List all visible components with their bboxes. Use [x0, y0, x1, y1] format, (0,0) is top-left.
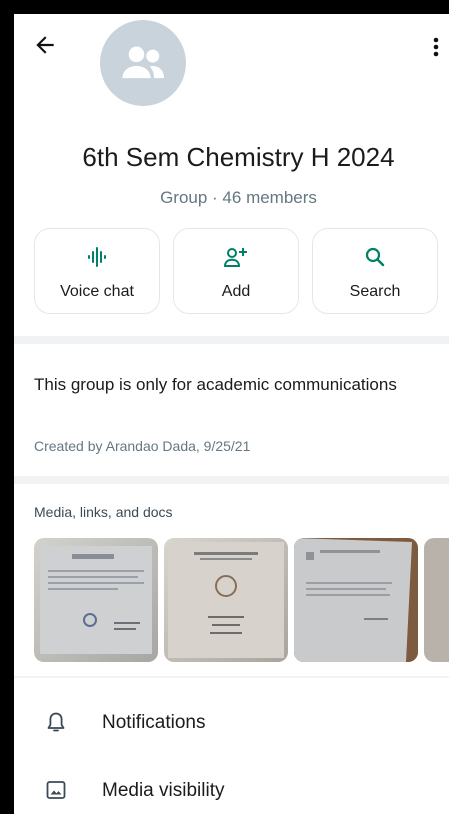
top-bar: [14, 14, 449, 114]
section-divider: [14, 476, 449, 484]
group-icon: [122, 46, 165, 79]
voice-chat-button[interactable]: Voice chat: [34, 228, 160, 314]
group-title: 6th Sem Chemistry H 2024: [82, 142, 395, 172]
search-icon: [365, 247, 385, 267]
media-thumbnails: [34, 538, 449, 664]
group-info-screen: 6th Sem Chemistry H 2024 Group · 46 memb…: [14, 14, 449, 814]
group-description[interactable]: This group is only for academic communic…: [34, 374, 434, 395]
group-created-info: Created by Arandao Dada, 9/25/21: [34, 438, 251, 454]
more-vert-icon: [433, 37, 439, 57]
add-person-icon: [223, 248, 247, 267]
voice-chat-label: Voice chat: [60, 283, 134, 300]
section-divider: [14, 336, 449, 344]
media-thumbnail[interactable]: [424, 538, 449, 662]
bell-icon: [47, 712, 65, 732]
group-member-count[interactable]: Group · 46 members: [14, 188, 449, 208]
notifications-label: Notifications: [102, 712, 206, 733]
media-visibility-label: Media visibility: [102, 780, 225, 801]
search-label: Search: [349, 283, 401, 300]
quick-actions: Voice chat Add Search: [34, 228, 449, 316]
section-divider: [14, 676, 449, 678]
back-arrow-icon: [36, 36, 54, 54]
add-label: Add: [221, 283, 251, 300]
media-thumbnail[interactable]: [294, 538, 418, 662]
media-visibility-setting[interactable]: Media visibility: [14, 762, 449, 814]
media-thumbnail[interactable]: [34, 538, 158, 662]
voice-chat-icon: [88, 247, 106, 267]
document-photo: [168, 542, 284, 658]
document-photo: [294, 538, 418, 662]
add-member-button[interactable]: Add: [173, 228, 299, 314]
media-thumbnail[interactable]: [164, 538, 288, 662]
document-photo: [40, 546, 152, 654]
more-options-button[interactable]: [429, 34, 443, 60]
image-icon: [46, 781, 66, 799]
back-button[interactable]: [32, 32, 58, 58]
media-links-docs-heading[interactable]: Media, links, and docs: [34, 504, 173, 520]
group-avatar[interactable]: [100, 20, 186, 106]
notifications-setting[interactable]: Notifications: [14, 694, 449, 754]
search-button[interactable]: Search: [312, 228, 438, 314]
